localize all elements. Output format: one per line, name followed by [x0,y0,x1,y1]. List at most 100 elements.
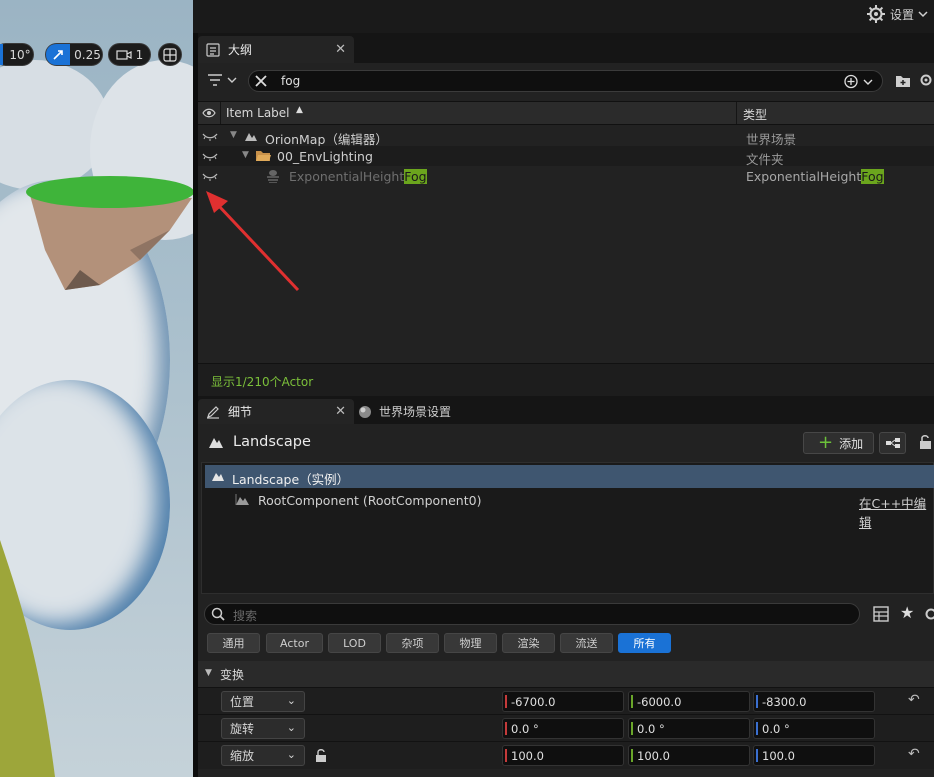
outliner-search-input[interactable]: fog [281,74,300,88]
outliner-search-box[interactable]: fog [248,70,883,92]
scale-y-field[interactable]: 100.0 [628,745,750,766]
details-search-box[interactable]: 搜索 [204,603,860,625]
filter-chip-label: 杂项 [401,637,424,650]
scale-snap-value: 0.25 [74,47,101,62]
expand-arrow-icon[interactable]: ▼ [230,130,237,140]
reset-icon[interactable]: ↶ [908,746,920,762]
property-row-location: 位置 ⌄ -6700.0 -6000.0 -8300.0 ↶ [198,687,934,715]
camera-speed-button[interactable]: 1 [108,43,151,66]
scene-component-icon [235,494,249,505]
folder-icon [256,151,271,161]
field-value: 100.0 [762,748,795,763]
level-viewport[interactable]: 10° 0.25 1 [0,0,193,777]
filter-button[interactable] [206,72,238,91]
add-component-label: 添加 [839,436,864,451]
component-row-root[interactable]: RootComponent (RootComponent0) 在C++中编辑 [205,489,934,530]
field-value: -6000.0 [637,694,682,709]
annotation-arrow [206,191,300,292]
outliner-icon [206,42,220,57]
filter-chip-lod[interactable]: LOD [328,633,381,653]
rotation-x-field[interactable]: 0.0 ° [502,718,624,739]
tree-row-fog[interactable]: ExponentialHeightFog ExponentialHeightFo… [198,166,934,186]
tree-row-orionmap[interactable]: ▼ OrionMap（编辑器） 世界场景 [198,126,934,147]
close-icon[interactable]: ✕ [335,404,346,419]
filter-chip-all[interactable]: 所有 [618,633,671,653]
outliner-panel: 大纲 ✕ fog Item Label ▲ 类型 ▼ OrionMap（编辑器）… [198,33,934,396]
filter-chip-physics[interactable]: 物理 [444,633,497,653]
expand-arrow-icon[interactable]: ▼ [242,150,249,160]
tab-world-settings-label: 世界场景设置 [379,405,452,419]
close-icon[interactable]: ✕ [335,42,346,57]
layout-button[interactable] [158,43,182,66]
camera-speed-value: 1 [135,47,144,62]
property-label: 旋转 [230,722,255,736]
landscape-icon [212,473,224,481]
lock-icon[interactable] [918,434,934,450]
outliner-tabbar: 大纲 ✕ [198,33,934,63]
outliner-status-bar: 显示1/210个Actor [198,363,934,396]
property-row-scale: 缩放 ⌄ 100.0 100.0 100.0 ↶ [198,741,934,769]
column-type[interactable]: 类型 [743,106,767,123]
rotation-dropdown[interactable]: 旋转 ⌄ [221,718,305,739]
tree-row-label: 00_EnvLighting [277,149,373,164]
outliner-column-header: Item Label ▲ 类型 [198,101,934,125]
search-icon [211,607,225,621]
filter-chip-label: 流送 [575,637,598,650]
add-filter-icon[interactable] [844,74,876,89]
filter-chip-general[interactable]: 通用 [207,633,260,653]
details-search-input[interactable]: 搜索 [233,607,257,624]
filter-icon [208,74,237,86]
scale-x-field[interactable]: 100.0 [502,745,624,766]
column-item-label[interactable]: Item Label [226,106,290,120]
filter-chip-actor[interactable]: Actor [266,633,323,653]
location-y-field[interactable]: -6000.0 [628,691,750,712]
add-component-button[interactable]: + 添加 [803,432,874,454]
collapse-arrow-icon[interactable]: ▼ [205,668,212,678]
blueprint-icon [886,438,900,448]
rotation-z-field[interactable]: 0.0 ° [753,718,875,739]
plus-icon: + [818,432,834,453]
scale-dropdown[interactable]: 缩放 ⌄ [221,745,305,766]
star-icon[interactable]: ★ [900,603,914,622]
tab-outliner[interactable]: 大纲 ✕ [198,36,354,63]
closed-eye-icon[interactable] [202,131,218,141]
chevron-down-icon: ⌄ [286,694,296,707]
filter-chip-streaming[interactable]: 流送 [560,633,613,653]
reset-icon[interactable]: ↶ [908,692,920,708]
floating-island [26,176,193,290]
edit-in-cpp-link[interactable]: 在C++中编辑 [859,493,934,531]
eye-icon[interactable] [202,107,216,119]
closed-eye-icon[interactable] [202,151,218,161]
filter-chip-misc[interactable]: 杂项 [386,633,439,653]
settings-button[interactable]: 设置 [866,4,928,24]
tree-row-label: ExponentialHeightFog [289,169,427,184]
unlock-icon[interactable] [314,748,328,763]
sort-ascending-icon: ▲ [296,105,303,115]
add-folder-icon[interactable] [895,73,911,88]
x-axis-marker [505,749,507,762]
scale-z-field[interactable]: 100.0 [753,745,875,766]
location-z-field[interactable]: -8300.0 [753,691,875,712]
blueprint-button[interactable] [879,432,906,454]
details-panel: 细节 ✕ 世界场景设置 Landscape + 添加 Landscape（实例）… [198,397,934,777]
settings-gear-icon[interactable] [923,606,934,622]
tab-details[interactable]: 细节 ✕ [198,399,354,424]
scale-snap-button[interactable]: 0.25 [45,43,103,66]
tab-world-settings[interactable]: 世界场景设置 [358,403,451,420]
tab-details-label: 细节 [228,405,253,419]
filter-chip-rendering[interactable]: 渲染 [502,633,555,653]
location-x-field[interactable]: -6700.0 [502,691,624,712]
actor-name: Landscape [233,434,311,450]
clear-search-icon[interactable] [254,74,268,88]
rotation-y-field[interactable]: 0.0 ° [628,718,750,739]
globe-icon [359,405,371,418]
rotation-snap-button[interactable]: 10° [0,43,34,66]
component-row-selected[interactable]: Landscape（实例） [205,465,934,488]
field-value: 100.0 [511,748,544,763]
transform-section-header[interactable]: ▼ 变换 [198,661,934,687]
table-view-icon[interactable] [873,606,889,622]
tree-row-envlighting[interactable]: ▼ 00_EnvLighting 文件夹 [198,146,934,167]
terrain-cliff [0,540,55,777]
location-dropdown[interactable]: 位置 ⌄ [221,691,305,712]
settings-gear-icon[interactable] [918,72,934,88]
